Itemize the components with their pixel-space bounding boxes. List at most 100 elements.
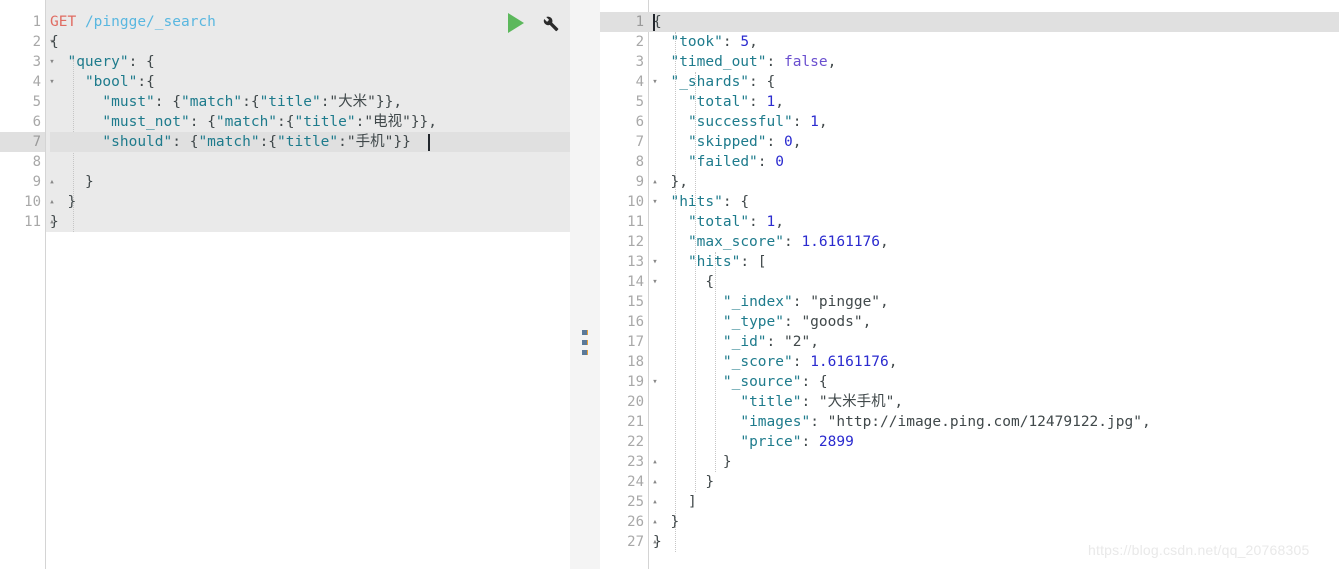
- line-number-label: 14: [627, 274, 644, 290]
- response-gutter: 1▾234▾56789▴10▾111213▾14▾1516171819▾2021…: [600, 0, 658, 569]
- line-number: 3 ▾: [0, 52, 55, 72]
- line-number: 25 ▴: [600, 492, 658, 512]
- line-number-label: 3: [635, 54, 644, 70]
- request-code-area[interactable]: GET /pingge/_search{ "query": { "bool":{…: [50, 0, 570, 569]
- line-number-label: 15: [627, 294, 644, 310]
- code-line[interactable]: "_type": "goods",: [653, 312, 1339, 332]
- line-number: 14 ▾: [600, 272, 658, 292]
- line-number-label: 17: [627, 334, 644, 350]
- code-line[interactable]: "title": "大米手机",: [653, 392, 1339, 412]
- line-number-label: 11: [627, 214, 644, 230]
- line-number-label: 4: [32, 74, 41, 90]
- line-number: 7: [0, 132, 45, 152]
- code-line[interactable]: }: [50, 172, 570, 192]
- code-line[interactable]: "_source": {: [653, 372, 1339, 392]
- code-line[interactable]: "_index": "pingge",: [653, 292, 1339, 312]
- code-line[interactable]: "must": {"match":{"title":"大米"}},: [50, 92, 570, 112]
- line-number-label: 13: [627, 254, 644, 270]
- line-number-label: 2: [635, 34, 644, 50]
- line-number: 5: [600, 92, 648, 112]
- code-line[interactable]: "price": 2899: [653, 432, 1339, 452]
- code-line[interactable]: GET /pingge/_search: [50, 12, 570, 32]
- code-line[interactable]: {: [50, 32, 570, 52]
- code-line[interactable]: "failed": 0: [653, 152, 1339, 172]
- code-line[interactable]: "skipped": 0,: [653, 132, 1339, 152]
- line-number-label: 27: [627, 534, 644, 550]
- line-number: 26 ▴: [600, 512, 658, 532]
- request-gutter-border: [45, 0, 46, 569]
- pane-splitter[interactable]: [570, 0, 600, 569]
- text-caret: [428, 134, 430, 151]
- line-number-label: 12: [627, 234, 644, 250]
- code-line[interactable]: [50, 152, 570, 172]
- line-number: 27 ▴: [600, 532, 658, 552]
- line-number-label: 3: [32, 54, 41, 70]
- code-line[interactable]: "total": 1,: [653, 92, 1339, 112]
- line-number-label: 9: [32, 174, 41, 190]
- code-line[interactable]: "successful": 1,: [653, 112, 1339, 132]
- line-number: 6: [0, 112, 45, 132]
- request-toolbar: [508, 13, 560, 33]
- line-number: 3: [600, 52, 648, 72]
- code-line[interactable]: }: [50, 192, 570, 212]
- code-line[interactable]: "hits": [: [653, 252, 1339, 272]
- code-line[interactable]: "images": "http://image.ping.com/1247912…: [653, 412, 1339, 432]
- line-number-label: 25: [627, 494, 644, 510]
- line-number-label: 5: [32, 94, 41, 110]
- request-gutter: 1 2 ▾ 3 ▾ 4 ▾ 5 6 7 8 9 ▴ 10 ▴ 11 ▴: [0, 0, 55, 569]
- line-number: 6: [600, 112, 648, 132]
- line-number-label: 10: [24, 194, 41, 210]
- code-line[interactable]: }: [50, 212, 570, 232]
- code-line[interactable]: "must_not": {"match":{"title":"电视"}},: [50, 112, 570, 132]
- line-number: 24 ▴: [600, 472, 658, 492]
- line-number-label: 8: [32, 154, 41, 170]
- code-line[interactable]: ]: [653, 492, 1339, 512]
- line-number: 13 ▾: [600, 252, 658, 272]
- code-line[interactable]: },: [653, 172, 1339, 192]
- response-code-area[interactable]: { "took": 5, "timed_out": false, "_shard…: [653, 0, 1339, 569]
- response-pane: 1▾234▾56789▴10▾111213▾14▾1516171819▾2021…: [600, 0, 1339, 569]
- play-icon[interactable]: [508, 13, 524, 33]
- line-number: 2: [600, 32, 648, 52]
- code-line[interactable]: "timed_out": false,: [653, 52, 1339, 72]
- code-line[interactable]: "query": {: [50, 52, 570, 72]
- line-number: 19 ▾: [600, 372, 658, 392]
- line-number: 16: [600, 312, 648, 332]
- code-line[interactable]: "_score": 1.6161176,: [653, 352, 1339, 372]
- line-number: 2 ▾: [0, 32, 55, 52]
- line-number-label: 11: [24, 214, 41, 230]
- code-line[interactable]: {: [653, 12, 1339, 32]
- splitter-grip-icon[interactable]: [582, 330, 588, 355]
- line-number-label: 7: [635, 134, 644, 150]
- code-line[interactable]: "_id": "2",: [653, 332, 1339, 352]
- code-line[interactable]: }: [653, 472, 1339, 492]
- line-number: 20: [600, 392, 648, 412]
- line-number: 7: [600, 132, 648, 152]
- code-line[interactable]: "should": {"match":{"title":"手机"}}: [50, 132, 570, 152]
- code-line[interactable]: {: [653, 272, 1339, 292]
- wrench-icon[interactable]: [540, 13, 560, 33]
- line-number-label: 5: [635, 94, 644, 110]
- code-line[interactable]: }: [653, 512, 1339, 532]
- code-line[interactable]: }: [653, 452, 1339, 472]
- line-number-label: 22: [627, 434, 644, 450]
- line-number: 9 ▴: [0, 172, 55, 192]
- dev-tools-console: 1 2 ▾ 3 ▾ 4 ▾ 5 6 7 8 9 ▴ 10 ▴ 11 ▴ GET /pingge/_search{…: [0, 0, 1339, 569]
- line-number-label: 23: [627, 454, 644, 470]
- code-line[interactable]: "total": 1,: [653, 212, 1339, 232]
- code-line[interactable]: "bool":{: [50, 72, 570, 92]
- line-number-label: 9: [635, 174, 644, 190]
- line-number: 4 ▾: [0, 72, 55, 92]
- line-number-label: 8: [635, 154, 644, 170]
- code-line[interactable]: "max_score": 1.6161176,: [653, 232, 1339, 252]
- line-number-label: 20: [627, 394, 644, 410]
- line-number-label: 19: [627, 374, 644, 390]
- line-number: 11: [600, 212, 648, 232]
- line-number-label: 21: [627, 414, 644, 430]
- code-line[interactable]: "hits": {: [653, 192, 1339, 212]
- code-line[interactable]: "took": 5,: [653, 32, 1339, 52]
- line-number: 12: [600, 232, 648, 252]
- line-number: 9 ▴: [600, 172, 658, 192]
- code-line[interactable]: "_shards": {: [653, 72, 1339, 92]
- line-number-label: 6: [635, 114, 644, 130]
